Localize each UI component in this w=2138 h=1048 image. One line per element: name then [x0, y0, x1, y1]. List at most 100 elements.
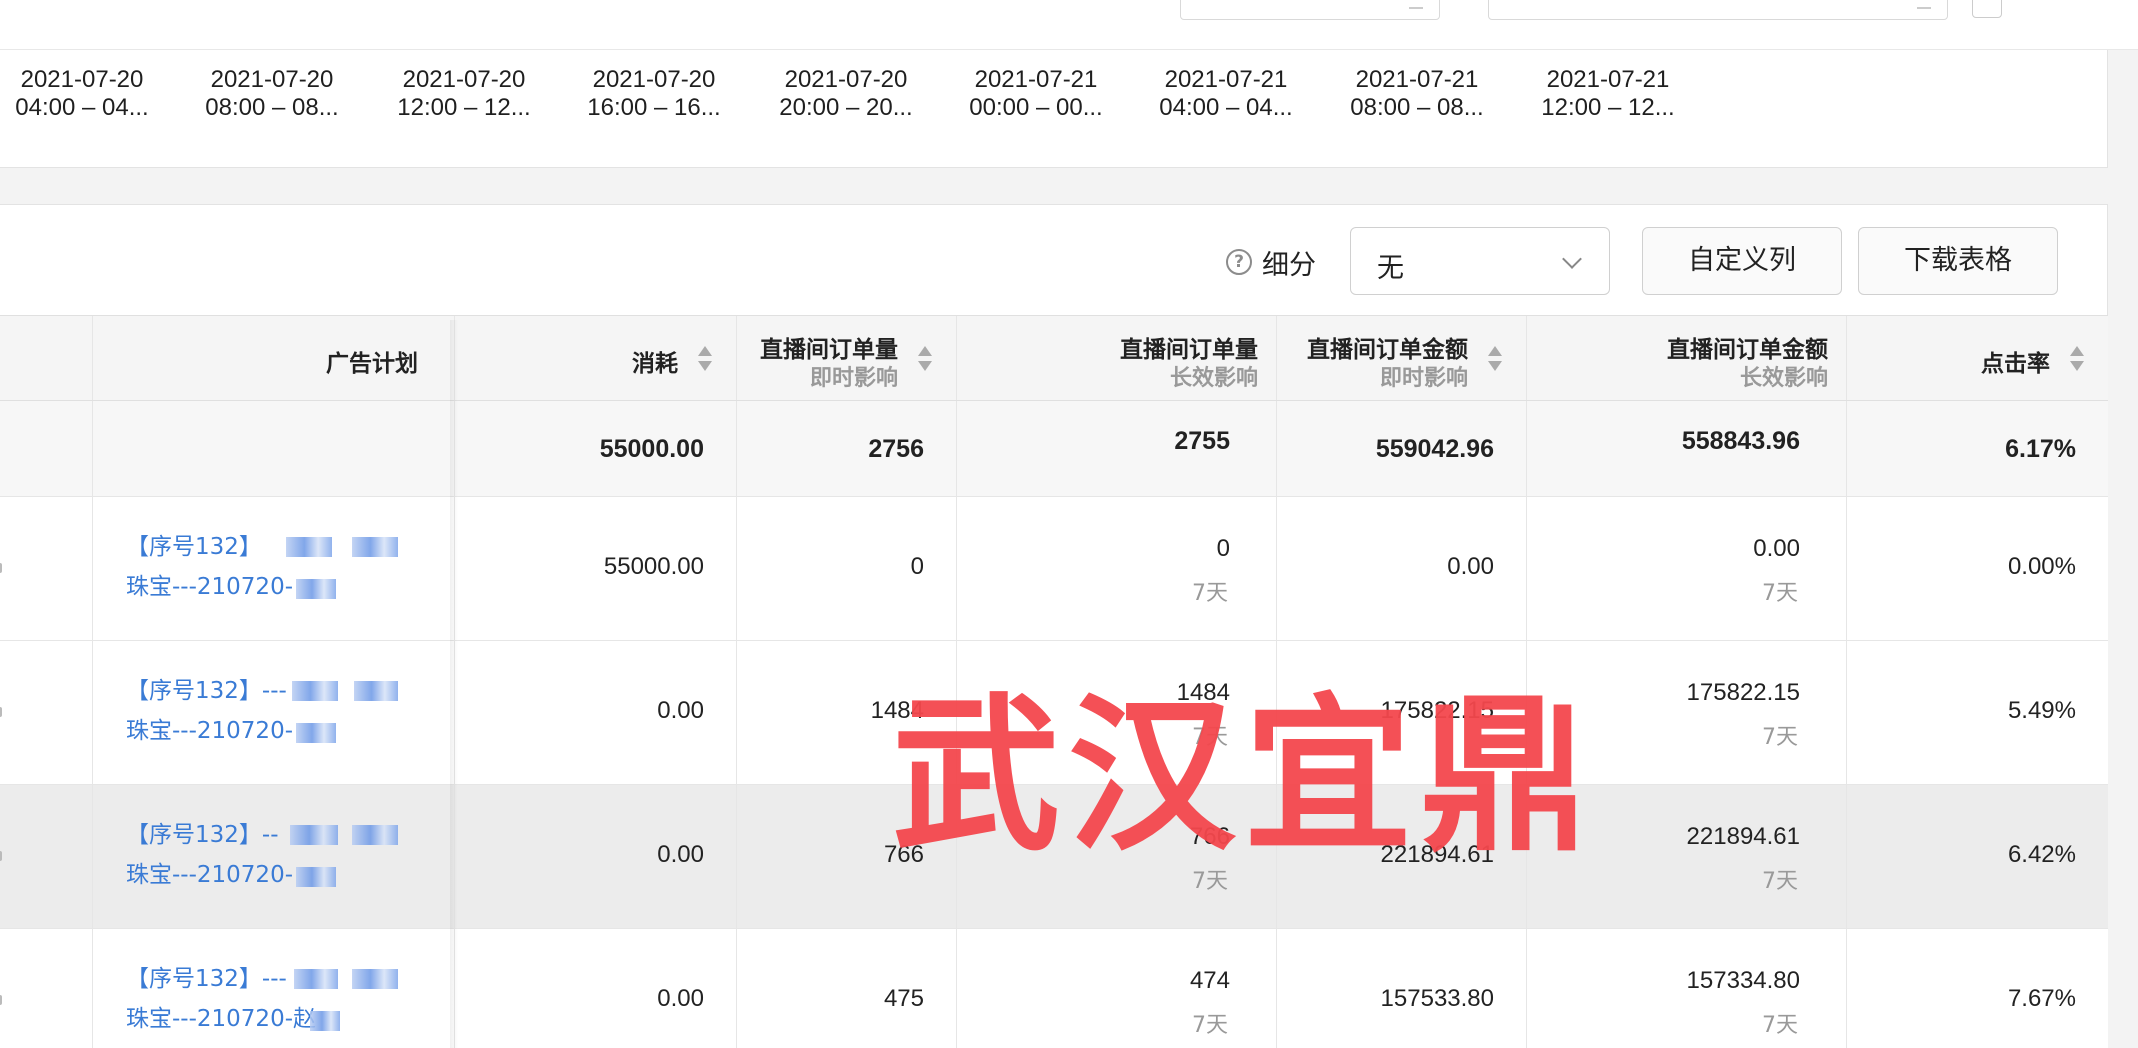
time-slot: 2021-07-21 08:00 – 08... — [1327, 66, 1507, 122]
time-slot-range: 04:00 – 04... — [15, 94, 149, 121]
header-amount-instant-sub: 即时影响 — [1379, 366, 1468, 391]
header-amount-long: 直播间订单金额 长效影响 — [1527, 316, 1847, 400]
total-cost-cell: 55000.00 — [455, 401, 737, 496]
cost-value: 0.00 — [657, 985, 704, 1012]
header-orders-instant[interactable]: 直播间订单量 即时影响 — [737, 316, 957, 400]
time-slot: 2021-07-20 16:00 – 16... — [564, 66, 744, 122]
row-indicator — [0, 995, 2, 1005]
sort-icon[interactable] — [918, 346, 932, 374]
row-leading-cell — [0, 785, 93, 928]
header-orders-long-sub: 长效影响 — [1169, 366, 1258, 391]
amount-long-window: 7天 — [1762, 869, 1798, 894]
total-amount-instant: 559042.96 — [1375, 435, 1494, 463]
report-table-panel: ? 细分 无 自定义列 下载表格 广告计划 消耗 直播间订单量 即时影响 直播间… — [0, 204, 2108, 1048]
amount-long-value: 175822.15 — [1686, 679, 1800, 706]
plan-link[interactable]: 【序号132】-- 珠宝---210720- — [126, 815, 426, 905]
cost-cell: 0.00 — [455, 641, 737, 784]
header-amount-instant[interactable]: 直播间订单金额 即时影响 — [1277, 316, 1527, 400]
header-amount-long-title: 直播间订单金额 — [1667, 337, 1828, 363]
filter-checkbox[interactable] — [1972, 0, 2002, 18]
total-row: 55000.00 2756 2755 559042.96 558843.96 6… — [0, 401, 2108, 497]
calendar-icon — [1917, 0, 1931, 9]
plan-link[interactable]: 【序号132】--- 珠宝---210720-赵 — [126, 959, 426, 1048]
time-slot-range: 16:00 – 16... — [587, 94, 721, 121]
filter-select[interactable] — [1180, 0, 1440, 20]
header-amount-long-sub: 长效影响 — [1739, 366, 1828, 391]
total-amount-long: 558843.96 — [1681, 427, 1800, 455]
orders-long-value: 474 — [1189, 967, 1230, 994]
mosaic-mask — [296, 579, 336, 599]
time-slot-range: 20:00 – 20... — [779, 94, 913, 121]
time-axis-panel: 2021-07-20 04:00 – 04... 2021-07-20 08:00 … — [0, 50, 2108, 168]
time-slot-date: 2021-07-20 — [784, 66, 908, 93]
plan-name-line2: 珠宝---210720-赵 — [126, 1006, 316, 1032]
plan-name-line2: 珠宝---210720- — [126, 862, 293, 888]
header-orders-instant-sub: 即时影响 — [809, 366, 898, 391]
watermark-text: 武汉宜鼎 — [892, 678, 1596, 874]
orders-instant-value: 475 — [883, 985, 924, 1012]
amount-instant-cell: 157533.80 — [1277, 929, 1527, 1048]
total-cell — [93, 401, 455, 496]
time-slot-date: 2021-07-21 — [1164, 66, 1288, 93]
mosaic-mask — [354, 681, 398, 701]
total-cost: 55000.00 — [599, 435, 704, 463]
plan-cell: 【序号132】--- 珠宝---210720-赵 — [93, 929, 455, 1048]
table-row: 【序号132】--- 珠宝---210720-赵 0.00 475 474 7天 … — [0, 929, 2108, 1048]
header-ctr[interactable]: 点击率 — [1847, 316, 2108, 400]
header-plan-label: 广告计划 — [326, 351, 418, 377]
row-indicator — [0, 563, 2, 573]
plan-link[interactable]: 【序号132】 珠宝---210720- — [126, 527, 426, 617]
amount-long-cell: 157334.80 7天 — [1527, 929, 1847, 1048]
orders-long-window: 7天 — [1192, 1013, 1228, 1038]
ctr-value: 0.00% — [2007, 553, 2076, 580]
time-slot-date: 2021-07-20 — [402, 66, 526, 93]
segment-label: 细分 — [1262, 250, 1316, 281]
header-cost[interactable]: 消耗 — [455, 316, 737, 400]
plan-name-line2: 珠宝---210720- — [126, 718, 293, 744]
mosaic-mask — [310, 1011, 340, 1031]
header-orders-long-title: 直播间订单量 — [1120, 337, 1258, 363]
time-slot-date: 2021-07-20 — [592, 66, 716, 93]
cost-cell: 55000.00 — [455, 497, 737, 640]
question-icon[interactable]: ? — [1226, 249, 1252, 275]
download-table-button[interactable]: 下载表格 — [1858, 227, 2058, 295]
segment-select[interactable]: 无 — [1350, 227, 1610, 295]
time-slot-date: 2021-07-21 — [1355, 66, 1479, 93]
custom-columns-button[interactable]: 自定义列 — [1642, 227, 1842, 295]
total-orders-instant: 2756 — [868, 435, 924, 463]
total-cell — [0, 401, 93, 496]
time-slot-date: 2021-07-21 — [974, 66, 1098, 93]
total-orders-long: 2755 — [1174, 427, 1230, 455]
time-slot-range: 04:00 – 04... — [1159, 94, 1293, 121]
amount-instant-value: 0.00 — [1447, 553, 1494, 580]
time-slot: 2021-07-20 08:00 – 08... — [182, 66, 362, 122]
plan-name-line1: 【序号132】-- — [126, 822, 279, 848]
chevron-down-icon — [1562, 249, 1582, 269]
mosaic-mask — [352, 825, 398, 845]
orders-instant-cell: 0 — [737, 497, 957, 640]
sort-icon[interactable] — [2070, 346, 2084, 374]
cost-cell: 0.00 — [455, 929, 737, 1048]
mosaic-mask — [352, 969, 398, 989]
ctr-cell: 0.00% — [1847, 497, 2108, 640]
table-header: 广告计划 消耗 直播间订单量 即时影响 直播间订单量 长效影响 直播间订单金额 … — [0, 315, 2108, 401]
header-orders-long: 直播间订单量 长效影响 — [957, 316, 1277, 400]
total-amount-long-cell: 558843.96 — [1527, 401, 1847, 496]
plan-link[interactable]: 【序号132】--- 珠宝---210720- — [126, 671, 426, 761]
amount-long-value: 221894.61 — [1686, 823, 1800, 850]
time-slot-date: 2021-07-21 — [1546, 66, 1670, 93]
time-slot-range: 00:00 – 00... — [969, 94, 1103, 121]
ctr-value: 5.49% — [2007, 697, 2076, 724]
time-slot: 2021-07-21 00:00 – 00... — [946, 66, 1126, 122]
frozen-column-shadow — [450, 320, 458, 1048]
filter-input[interactable] — [1488, 0, 1948, 20]
segment-select-value: 无 — [1377, 253, 1404, 284]
sort-icon[interactable] — [1488, 346, 1502, 374]
ctr-cell: 7.67% — [1847, 929, 2108, 1048]
header-amount-instant-title: 直播间订单金额 — [1307, 337, 1468, 363]
time-slot-range: 08:00 – 08... — [205, 94, 339, 121]
total-ctr-cell: 6.17% — [1847, 401, 2108, 496]
cost-value: 0.00 — [657, 841, 704, 868]
sort-icon[interactable] — [698, 346, 712, 374]
mosaic-mask — [296, 723, 336, 743]
